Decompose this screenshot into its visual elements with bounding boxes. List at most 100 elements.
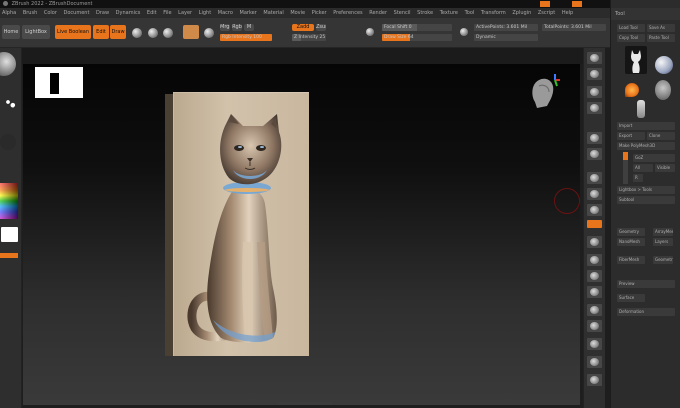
polyf-icon[interactable] [587, 304, 602, 316]
brush-icon[interactable] [0, 52, 16, 76]
nanomesh-menu[interactable]: NanoMesh [617, 238, 645, 246]
deformation-menu[interactable]: Deformation [617, 308, 675, 316]
export-button[interactable]: Export [617, 132, 645, 140]
pen-icon[interactable] [366, 28, 374, 36]
preview-menu[interactable]: Preview [617, 280, 675, 288]
xpose-icon[interactable] [587, 374, 602, 386]
aahalf-icon[interactable] [587, 148, 602, 160]
zoom-icon[interactable] [587, 102, 602, 114]
actual-icon[interactable] [587, 132, 602, 144]
transp-icon[interactable] [587, 320, 602, 332]
quick-save-button[interactable] [540, 1, 550, 7]
menu-item-movie[interactable]: Movie [290, 10, 305, 16]
save-as-button[interactable]: Save As [647, 24, 675, 32]
menu-item-picker[interactable]: Picker [312, 10, 327, 16]
dynamic-icon[interactable] [460, 28, 468, 36]
gizmo-button[interactable] [183, 25, 199, 39]
goz-button[interactable]: GoZ [633, 154, 675, 162]
menu-item-zplugin[interactable]: Zplugin [512, 10, 531, 16]
menu-item-stencil[interactable]: Stencil [394, 10, 411, 16]
mrgb-button[interactable]: Mrgb [220, 24, 230, 31]
xyz-icon[interactable] [587, 220, 602, 228]
menu-toggle-button[interactable] [572, 1, 582, 7]
menu-item-document[interactable]: Document [64, 10, 90, 16]
menu-item-draw[interactable]: Draw [96, 10, 109, 16]
local-icon[interactable] [587, 204, 602, 216]
draw-button[interactable]: Draw [110, 25, 126, 39]
edit-button[interactable]: Edit [93, 25, 109, 39]
geometry-hd-menu[interactable]: Geometry HD [653, 256, 673, 264]
surface-menu[interactable]: Surface [617, 294, 645, 302]
lightbox-tools-button[interactable]: Lightbox > Tools [617, 186, 675, 194]
lightbox-button[interactable]: LightBox [22, 25, 50, 39]
menu-item-help[interactable]: Help [562, 10, 573, 16]
move-icon[interactable] [132, 28, 142, 38]
menu-item-transform[interactable]: Transform [481, 10, 506, 16]
load-tool-button[interactable]: Load Tool [617, 24, 645, 32]
home-button[interactable]: Home [2, 25, 20, 39]
document-thumbnail[interactable] [35, 67, 83, 98]
z-intensity-slider[interactable]: Z Intensity 25 [292, 34, 326, 41]
focal-shift-slider[interactable]: Focal Shift 0 [382, 24, 452, 31]
rotate-icon[interactable] [163, 28, 173, 38]
fibermesh-menu[interactable]: FiberMesh [617, 256, 645, 264]
main-color-swatch[interactable] [1, 227, 18, 242]
document-canvas[interactable] [23, 64, 580, 405]
menu-item-brush[interactable]: Brush [23, 10, 37, 16]
persp-icon[interactable] [587, 172, 602, 184]
color-picker-icon[interactable] [0, 183, 18, 219]
menu-item-color[interactable]: Color [44, 10, 57, 16]
stroke-icon[interactable] [0, 94, 16, 110]
polymesh-thumbnail[interactable] [625, 83, 639, 97]
menu-item-dynamics[interactable]: Dynamics [116, 10, 141, 16]
current-tool-thumbnail[interactable] [625, 46, 647, 74]
menu-item-layer[interactable]: Layer [178, 10, 192, 16]
subtool-scrollbar[interactable] [623, 152, 628, 184]
make-polymesh-button[interactable]: Make PolyMesh3D [617, 142, 675, 150]
switch-color-button[interactable] [0, 253, 18, 258]
menu-item-material[interactable]: Material [263, 10, 283, 16]
m-button[interactable]: M [244, 24, 254, 31]
alpha-icon[interactable] [0, 134, 16, 150]
zsub-button[interactable]: Zsub [316, 24, 326, 31]
menu-item-alpha[interactable]: Alpha [2, 10, 16, 16]
canvas-scrollbar[interactable] [278, 402, 332, 405]
paste-tool-button[interactable]: Paste Tool [647, 34, 675, 42]
dynamic-toggle[interactable]: Dynamic [474, 34, 538, 41]
scroll-icon[interactable] [587, 86, 602, 98]
copy-tool-button[interactable]: Copy Tool [617, 34, 645, 42]
clone-button[interactable]: Clone [647, 132, 675, 140]
bpr-icon[interactable] [587, 52, 602, 64]
subtool-thumbnail[interactable] [637, 100, 645, 118]
rotate-view-icon[interactable] [587, 286, 602, 298]
menu-item-render[interactable]: Render [369, 10, 387, 16]
zadd-button[interactable]: Zadd [292, 24, 314, 31]
menu-item-edit[interactable]: Edit [147, 10, 157, 16]
live-boolean-button[interactable]: Live Boolean [55, 25, 91, 39]
menu-item-macro[interactable]: Macro [218, 10, 233, 16]
scale-icon[interactable] [148, 28, 158, 38]
rgb-intensity-slider[interactable]: Rgb Intensity 100 [220, 34, 272, 41]
simple-brush-thumbnail[interactable] [655, 80, 671, 100]
head-navigation-gizmo[interactable] [525, 72, 561, 112]
rgb-button[interactable]: Rgb [232, 24, 242, 31]
layers-menu[interactable]: Layers [653, 238, 673, 246]
menu-item-file[interactable]: File [163, 10, 171, 16]
sphere3d-thumbnail[interactable] [655, 56, 673, 74]
floor-icon[interactable] [587, 188, 602, 200]
scale-view-icon[interactable] [587, 270, 602, 282]
menu-item-preferences[interactable]: Preferences [333, 10, 362, 16]
cat-relief-model[interactable] [173, 92, 309, 356]
spix-icon[interactable] [587, 68, 602, 80]
import-button[interactable]: Import [617, 122, 675, 130]
menu-item-texture[interactable]: Texture [440, 10, 458, 16]
frame-icon[interactable] [587, 236, 602, 248]
draw-size-slider[interactable]: Draw Size 64 [382, 34, 452, 41]
visible-button[interactable]: Visible [655, 164, 675, 172]
r-button[interactable]: R [633, 174, 643, 182]
menu-item-marker[interactable]: Marker [240, 10, 257, 16]
geometry-menu[interactable]: Geometry [617, 228, 645, 236]
menu-item-light[interactable]: Light [199, 10, 211, 16]
all-button[interactable]: All [633, 164, 653, 172]
ghost-icon[interactable] [587, 338, 602, 350]
